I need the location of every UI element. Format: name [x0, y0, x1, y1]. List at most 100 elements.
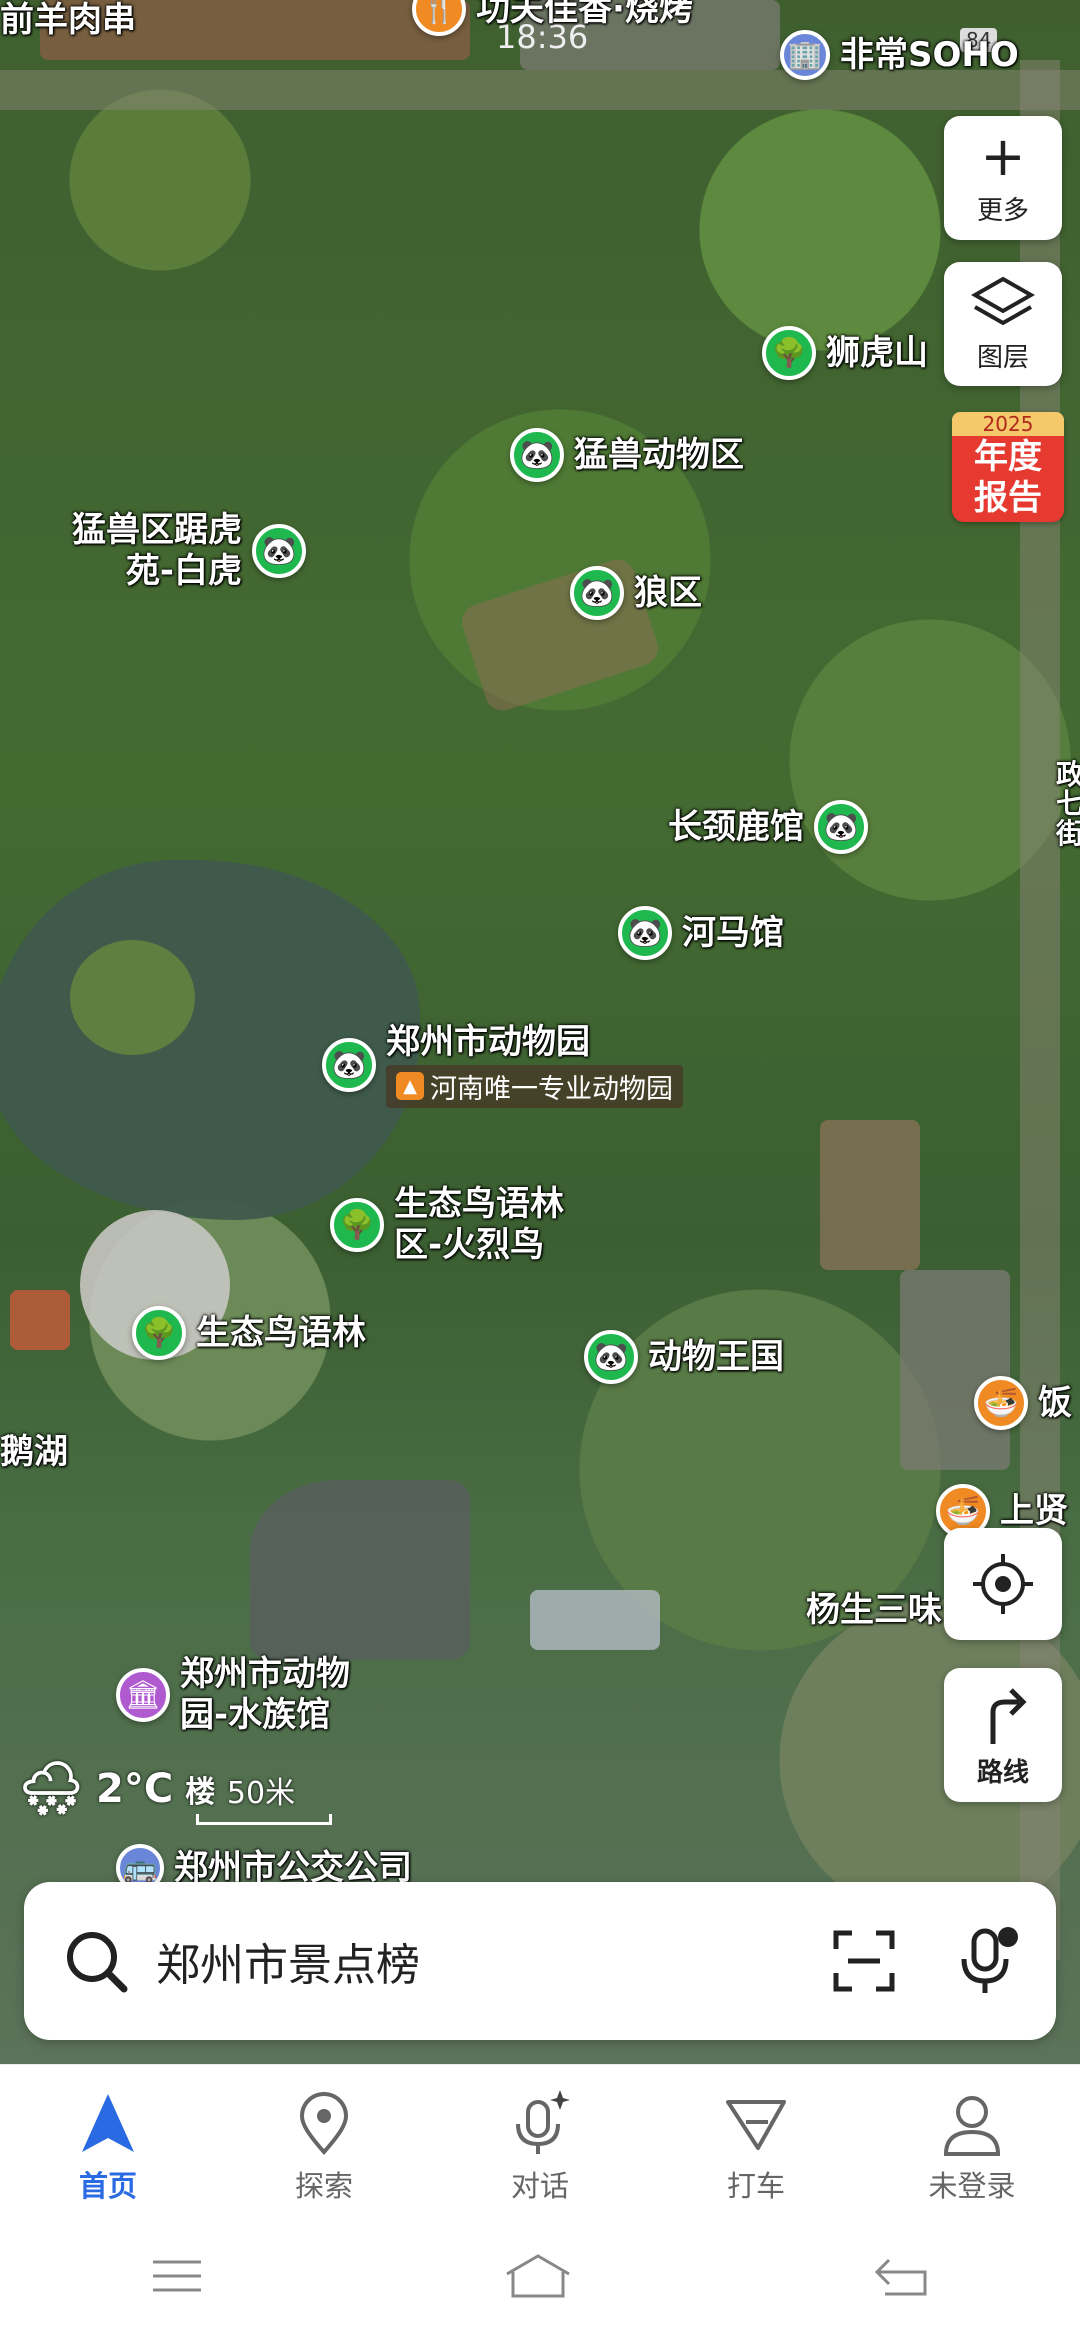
poi-label: 生态鸟语林 区-火烈鸟 [394, 1184, 564, 1265]
tree-icon: 🌳 [132, 1306, 186, 1360]
menu-icon[interactable] [149, 2256, 205, 2296]
panda-icon: 🐼 [584, 1330, 638, 1384]
poi-label: 鹅湖 [0, 1432, 68, 1472]
route-label: 路线 [976, 1757, 1029, 1788]
system-navigation-bar [0, 2231, 1080, 2321]
home-icon[interactable] [503, 2252, 573, 2300]
poi-bird-forest[interactable]: 🌳 生态鸟语林 [132, 1306, 366, 1360]
bottom-tab-bar: 首页 探索 对话 打车 未登录 [0, 2064, 1080, 2341]
poi-top-middle[interactable]: 🍴 功夫佳香·烧烤 [412, 0, 693, 36]
poi-label: 生态鸟语林 [196, 1312, 366, 1353]
layers-button[interactable]: 图层 [944, 262, 1062, 386]
building-icon: 🏢 [780, 30, 830, 80]
tag-icon: ▲ [396, 1072, 424, 1101]
tab-home[interactable]: 首页 [18, 2089, 198, 2205]
panda-icon: 🐼 [322, 1038, 376, 1092]
poi-hippo[interactable]: 🐼 河马馆 [618, 906, 784, 960]
poi-label: 功夫佳香·烧烤 [476, 0, 693, 29]
poi-label: 猛兽动物区 [574, 434, 744, 475]
tab-explore[interactable]: 探索 [234, 2089, 414, 2205]
poi-bird-forest-flamingo[interactable]: 🌳 生态鸟语林 区-火烈鸟 [330, 1184, 564, 1266]
poi-swan-lake[interactable]: 鹅湖 [0, 1432, 68, 1473]
search-query[interactable]: 郑州市景点榜 [156, 1929, 420, 1993]
layers-label: 图层 [976, 342, 1029, 373]
map-scale: 50米 [196, 1768, 332, 1825]
tab-label: 未登录 [928, 2169, 1016, 2203]
poi-label: 猛兽区踞虎 苑-白虎 [72, 510, 242, 591]
poi-label: 非常SOHO [840, 34, 1019, 75]
poi-label: 郑州市动物园 [386, 1022, 590, 1062]
taxi-flag-icon [726, 2100, 786, 2150]
user-icon [943, 2096, 1001, 2156]
poi-top-left[interactable]: 前羊肉串 [0, 0, 136, 41]
panda-icon: 🐼 [570, 566, 624, 620]
crosshair-icon [973, 1554, 1033, 1614]
plus-icon: + [980, 124, 1026, 188]
tab-taxi[interactable]: 打车 [666, 2089, 846, 2205]
poi-aquarium[interactable]: 🏛 郑州市动物 园-水族馆 [116, 1654, 350, 1736]
weather-widget[interactable]: 🌨 2°C 楼 [18, 1758, 215, 1819]
year-report-badge[interactable]: 2025 年度 报告 [952, 412, 1064, 522]
poi-label: 长颈鹿馆 [668, 806, 804, 847]
year-report-line3: 报告 [974, 478, 1042, 518]
tab-label: 对话 [510, 2169, 569, 2203]
poi-tag-text: 河南唯一专业动物园 [430, 1073, 673, 1105]
poi-soho[interactable]: 🏢 非常SOHO [780, 30, 1019, 80]
tab-label: 探索 [294, 2169, 353, 2203]
layers-icon [971, 276, 1035, 325]
poi-label: 郑州市动物 园-水族馆 [180, 1654, 350, 1735]
locate-button[interactable] [944, 1528, 1062, 1640]
panda-icon: 🐼 [252, 523, 306, 578]
poi-label: 政 七 街 [1056, 758, 1080, 850]
search-icon [67, 1932, 128, 1993]
poi-label: 狮虎山 [826, 332, 928, 373]
poi-zoo[interactable]: 🐼 郑州市动物园 ▲ 河南唯一专业动物园 [322, 1022, 683, 1108]
map-building [900, 1270, 1010, 1470]
tree-icon: 🌳 [330, 1197, 384, 1252]
poi-street-edge[interactable]: 政 七 街 [1056, 760, 1080, 848]
cloud-snow-icon: 🌨 [18, 1759, 85, 1819]
scale-label: 50米 [226, 1776, 296, 1811]
poi-label: 前羊肉串 [0, 0, 136, 40]
poi-lion-tiger-hill[interactable]: 🌳 狮虎山 [762, 326, 928, 380]
year-report-year: 2025 [952, 412, 1064, 436]
tab-label: 首页 [78, 2169, 137, 2203]
tree-icon: 🌳 [762, 326, 816, 380]
route-turn-icon [990, 1687, 1027, 1744]
search-bar[interactable]: 郑州市景点榜 [24, 1882, 1056, 2040]
location-pin-icon [299, 2092, 349, 2156]
route-button[interactable]: 路线 [944, 1668, 1062, 1802]
poi-label: 动物王国 [648, 1336, 784, 1377]
poi-label: 饭 [1038, 1382, 1072, 1423]
tab-profile[interactable]: 未登录 [882, 2089, 1062, 2205]
scale-bar [196, 1814, 332, 1825]
year-report-line2: 年度 [974, 437, 1042, 477]
more-button[interactable]: + 更多 [944, 116, 1062, 240]
map-building [530, 1590, 660, 1650]
poi-yang-sheng[interactable]: 杨生三味 [806, 1590, 942, 1631]
microphone-icon[interactable] [956, 1925, 1020, 1997]
tab-chat[interactable]: 对话 [450, 2089, 630, 2205]
more-label: 更多 [976, 195, 1029, 226]
map-building [820, 1120, 920, 1270]
poi-label: 杨生三味 [806, 1590, 942, 1630]
poi-restaurant-edge[interactable]: 🍜 饭 [974, 1376, 1072, 1430]
navigation-arrow-icon [82, 2094, 134, 2152]
map-building [10, 1290, 70, 1350]
aquarium-icon: 🏛 [116, 1667, 170, 1722]
poi-beast-area[interactable]: 🐼 猛兽动物区 [510, 428, 744, 482]
microphone-sparkle-icon [516, 2090, 570, 2154]
tab-label: 打车 [726, 2169, 785, 2203]
back-icon[interactable] [871, 2254, 931, 2298]
poi-tag: ▲ 河南唯一专业动物园 [386, 1064, 683, 1108]
restaurant-icon: 🍴 [412, 0, 466, 36]
poi-tiger-garden[interactable]: 猛兽区踞虎 苑-白虎 🐼 [72, 510, 306, 592]
poi-wolf-area[interactable]: 🐼 狼区 [570, 566, 702, 620]
poi-label: 河马馆 [682, 912, 784, 953]
poi-label: 上贤 [1000, 1490, 1068, 1531]
weather-temp: 2°C [96, 1765, 174, 1812]
poi-giraffe[interactable]: 长颈鹿馆 🐼 [668, 800, 868, 854]
poi-animal-kingdom[interactable]: 🐼 动物王国 [584, 1330, 784, 1384]
scan-icon[interactable] [832, 1929, 896, 1993]
panda-icon: 🐼 [814, 800, 868, 854]
